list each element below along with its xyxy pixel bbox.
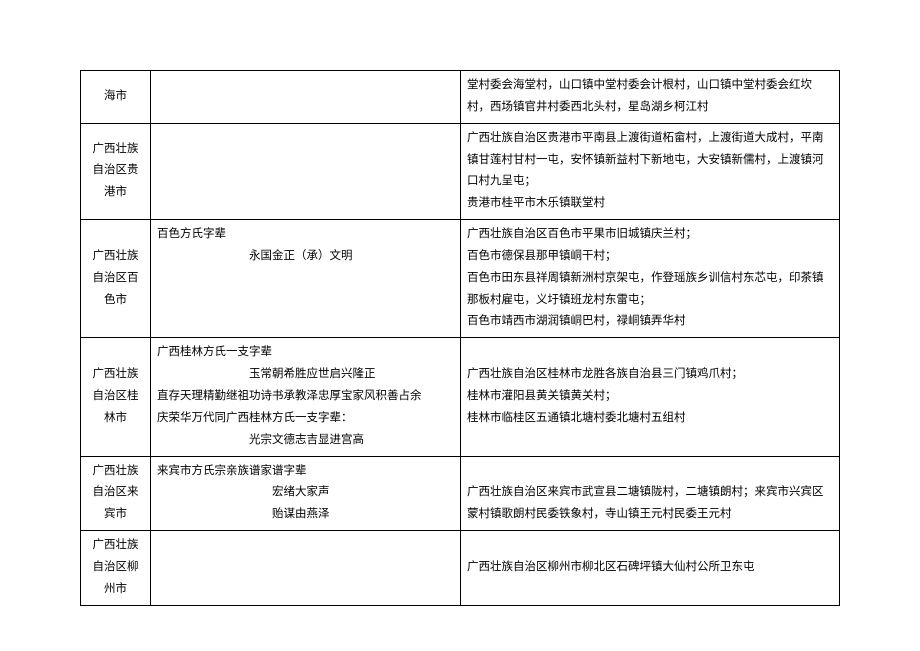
region-cell: 广西壮族自治区来宾市 (81, 456, 151, 531)
table-row: 广西壮族自治区桂林市 广西桂林方氏一支字辈 玉常朝希胜应世启兴隆正 直存天理精勤… (81, 338, 840, 456)
poem-line: 贻谋由燕泽 (157, 504, 454, 526)
poem-line: 玉常朝希胜应世启兴隆正 (157, 364, 454, 386)
table-row: 广西壮族自治区来宾市 来宾市方氏宗亲族谱家谱字辈 宏绪大家声 贻谋由燕泽 广西壮… (81, 456, 840, 531)
region-cell: 广西壮族自治区桂林市 (81, 338, 151, 456)
poem-line: 光宗文德志吉显进宫高 (157, 430, 454, 452)
poem-title: 来宾市方氏宗亲族谱家谱字辈 (157, 465, 307, 477)
locations-cell: 广西壮族自治区来宾市武宣县二塘镇陇村，二塘镇朗村；来宾市兴宾区蒙村镇歌朗村民委铁… (461, 456, 840, 531)
region-cell: 广西壮族自治区柳州市 (81, 531, 151, 606)
table-row: 广西壮族自治区百色市 百色方氏字辈 永国金正（承）文明 广西壮族自治区百色市平果… (81, 220, 840, 338)
poem-cell (151, 531, 461, 606)
table-row: 广西壮族自治区贵港市 广西壮族自治区贵港市平南县上渡街道柘畲村，上渡街道大成村，… (81, 123, 840, 219)
poem-cell (151, 123, 461, 219)
table-row: 广西壮族自治区柳州市 广西壮族自治区柳州市柳北区石碑坪镇大仙村公所卫东屯 (81, 531, 840, 606)
locations-cell: 广西壮族自治区百色市平果市旧城镇庆兰村；百色市德保县那甲镇峒干村；百色市田东县祥… (461, 220, 840, 338)
region-cell: 广西壮族自治区贵港市 (81, 123, 151, 219)
poem-line: 直存天理精勤继祖功诗书承教泽忠厚宝家风积善占余 (157, 390, 422, 402)
poem-cell (151, 71, 461, 124)
poem-cell: 来宾市方氏宗亲族谱家谱字辈 宏绪大家声 贻谋由燕泽 (151, 456, 461, 531)
locations-cell: 广西壮族自治区柳州市柳北区石碑坪镇大仙村公所卫东屯 (461, 531, 840, 606)
poem-line: 永国金正（承）文明 (157, 246, 454, 268)
poem-title: 广西桂林方氏一支字辈 (157, 346, 272, 358)
poem-title: 百色方氏字辈 (157, 228, 226, 240)
poem-line: 宏绪大家声 (157, 482, 454, 504)
region-cell: 广西壮族自治区百色市 (81, 220, 151, 338)
locations-cell: 广西壮族自治区贵港市平南县上渡街道柘畲村，上渡街道大成村，平南镇甘莲村甘村一屯，… (461, 123, 840, 219)
region-cell: 海市 (81, 71, 151, 124)
poem-cell: 百色方氏字辈 永国金正（承）文明 (151, 220, 461, 338)
locations-cell: 广西壮族自治区桂林市龙胜各族自治县三门镇鸡爪村；桂林市灌阳县黄关镇黄关村；桂林市… (461, 338, 840, 456)
locations-cell: 堂村委会海堂村，山口镇中堂村委会计根村，山口镇中堂村委会红坎村，西场镇官井村委西… (461, 71, 840, 124)
genealogy-table: 海市 堂村委会海堂村，山口镇中堂村委会计根村，山口镇中堂村委会红坎村，西场镇官井… (80, 70, 840, 606)
poem-cell: 广西桂林方氏一支字辈 玉常朝希胜应世启兴隆正 直存天理精勤继祖功诗书承教泽忠厚宝… (151, 338, 461, 456)
table-row: 海市 堂村委会海堂村，山口镇中堂村委会计根村，山口镇中堂村委会红坎村，西场镇官井… (81, 71, 840, 124)
poem-line: 庆荣华万代同广西桂林方氏一支字辈： (157, 412, 353, 424)
